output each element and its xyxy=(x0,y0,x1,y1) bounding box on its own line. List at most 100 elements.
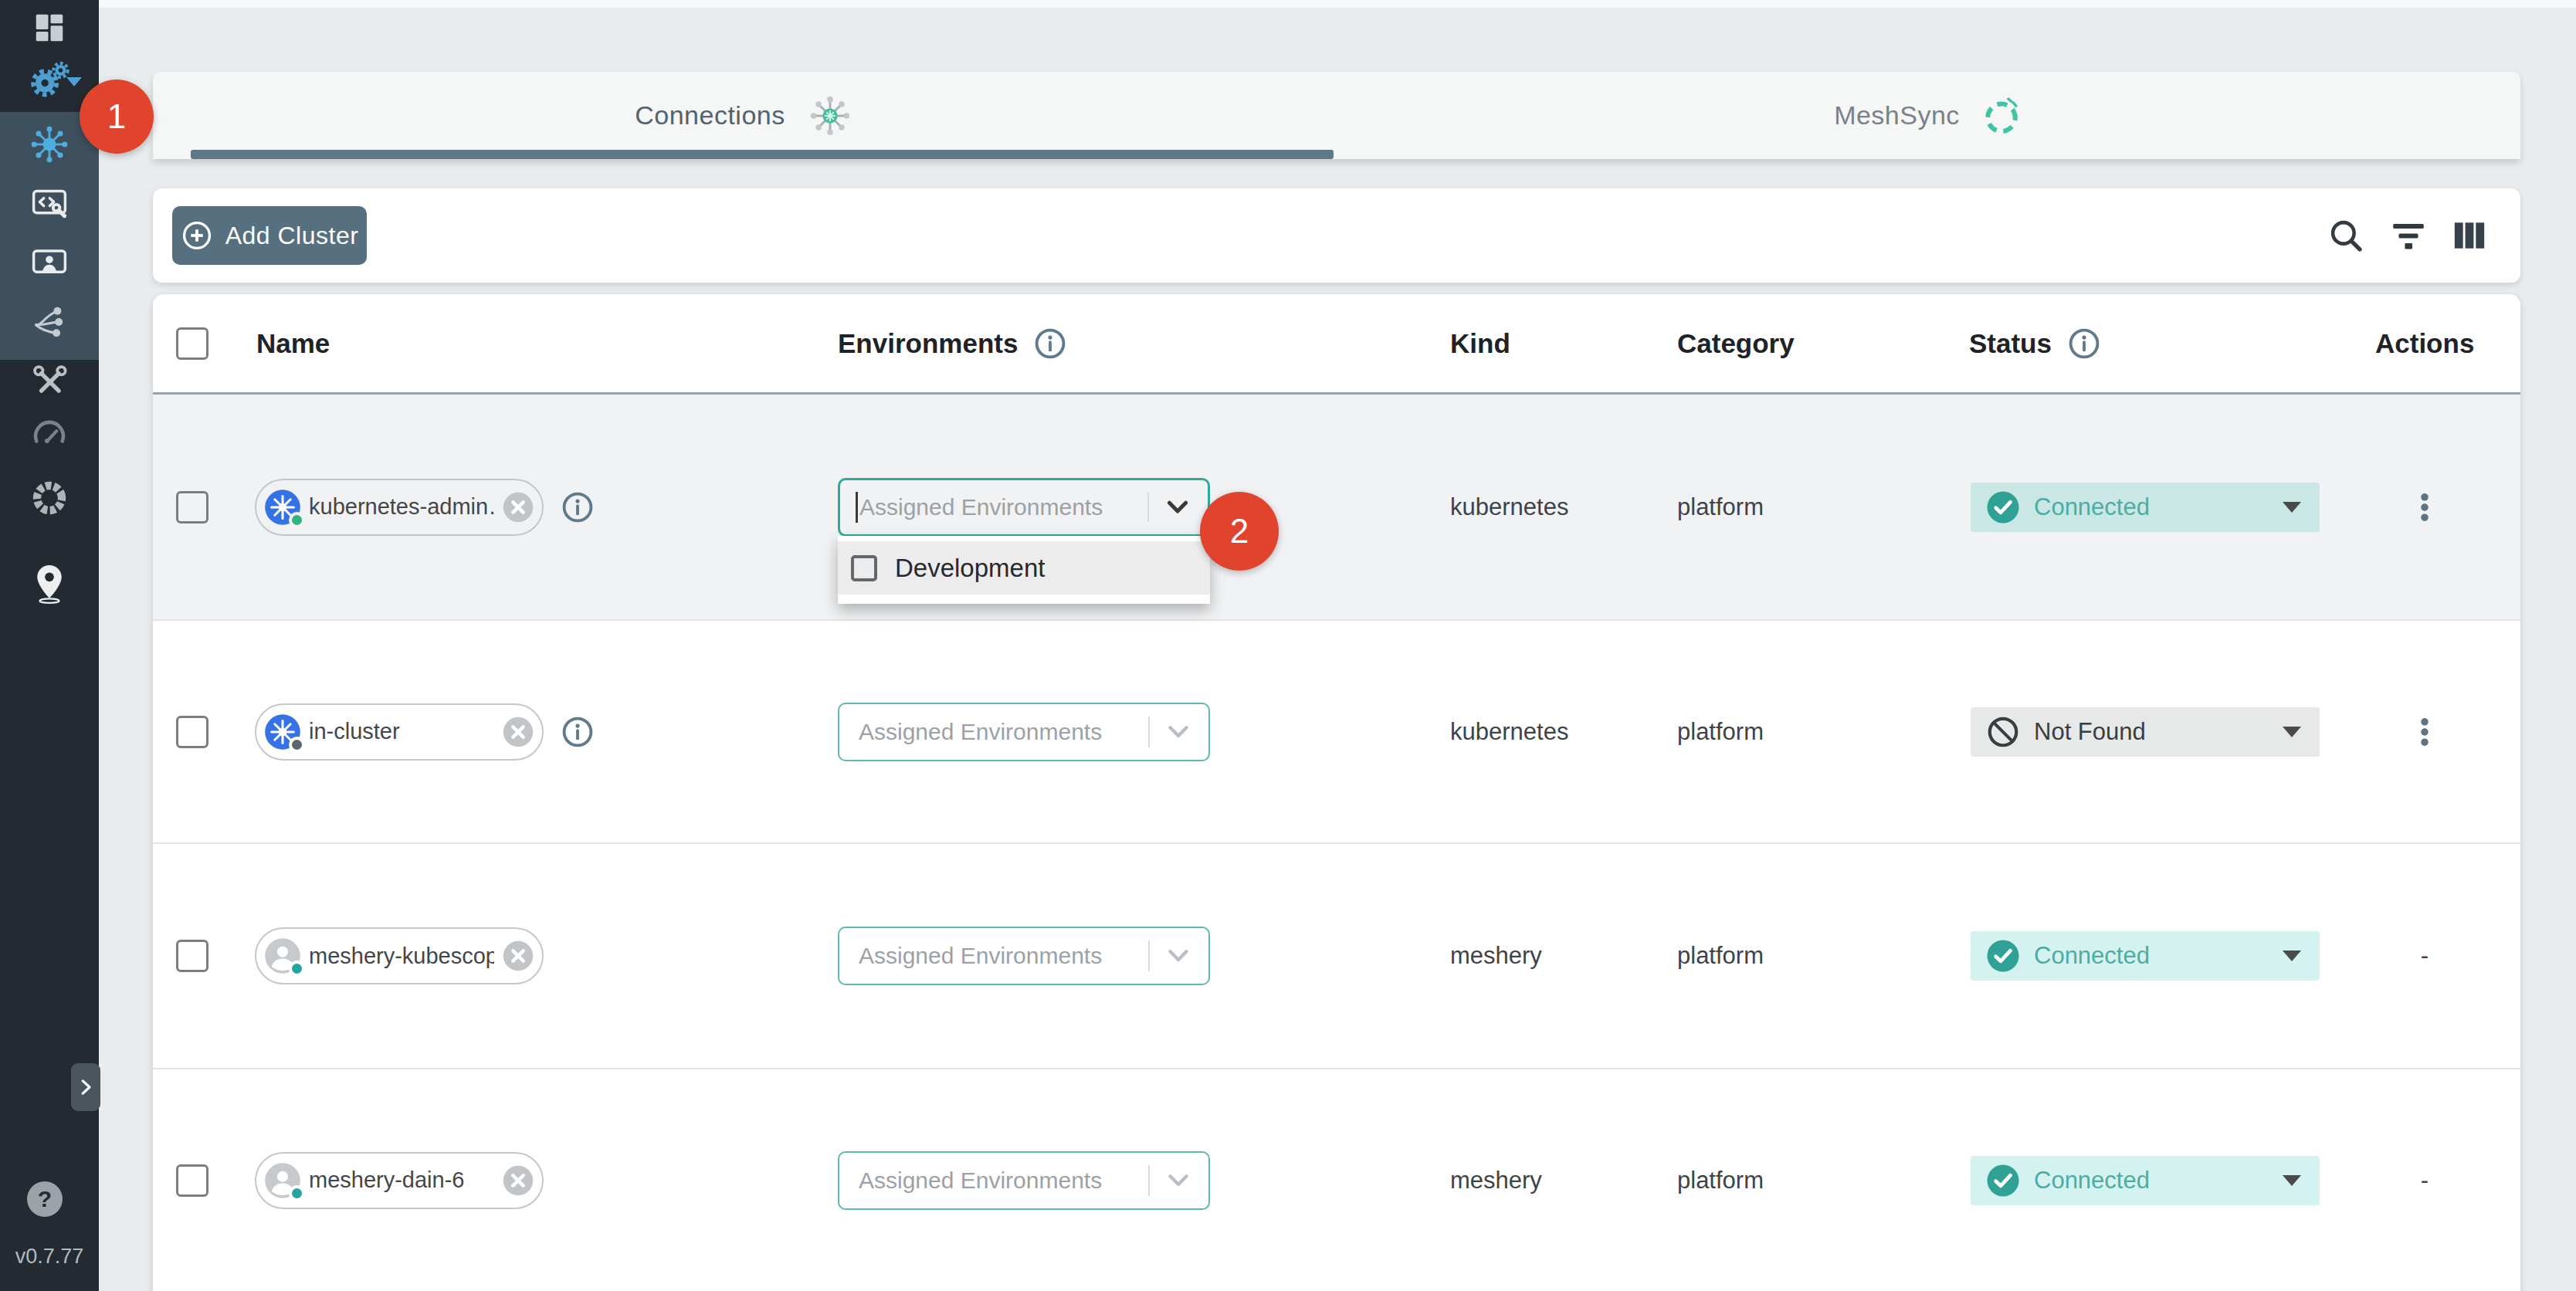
environments-dropdown: Development xyxy=(838,536,1210,604)
status-dot xyxy=(289,737,305,753)
chevron-down-icon[interactable] xyxy=(1161,714,1196,750)
meshery-avatar-icon xyxy=(264,937,301,974)
kind-cell: kubernetes xyxy=(1450,493,1568,521)
row-checkbox[interactable] xyxy=(176,491,208,524)
environments-info-icon[interactable] xyxy=(1033,327,1067,361)
connection-name: meshery-kubescop… xyxy=(309,944,494,969)
caret-down-icon xyxy=(2283,502,2301,513)
table-row: meshery-dain-6 Assigned Environments mes… xyxy=(153,1069,2520,1291)
column-header-kind[interactable]: Kind xyxy=(1450,328,1510,359)
remove-connection-icon[interactable] xyxy=(502,940,534,972)
column-header-name[interactable]: Name xyxy=(256,328,330,359)
connections-table: Name Environments Kind Category Status A… xyxy=(153,294,2520,1291)
sidebar-item-practice-icon[interactable] xyxy=(0,243,99,283)
connection-chip[interactable]: meshery-kubescop… xyxy=(255,927,544,984)
connection-name: kubernetes-admin… xyxy=(309,494,494,520)
column-header-category[interactable]: Category xyxy=(1677,328,1795,359)
environments-select[interactable]: Assigned Environments xyxy=(838,703,1210,761)
column-header-actions: Actions xyxy=(2375,328,2474,359)
connection-info-icon[interactable] xyxy=(561,490,595,524)
remove-connection-icon[interactable] xyxy=(502,1164,534,1197)
view-columns-icon[interactable] xyxy=(2450,216,2489,255)
add-cluster-button[interactable]: Add Cluster xyxy=(172,206,367,265)
text-cursor xyxy=(856,492,858,523)
kind-cell: meshery xyxy=(1450,942,1542,970)
help-button[interactable]: ? xyxy=(27,1181,63,1217)
connection-chip[interactable]: kubernetes-admin… xyxy=(255,479,544,536)
sidebar-item-mesh-icon[interactable] xyxy=(0,478,99,518)
category-cell: platform xyxy=(1677,1167,1764,1194)
actions-cell: - xyxy=(2363,1167,2486,1194)
remove-connection-icon[interactable] xyxy=(502,716,534,748)
meshsync-tab-icon xyxy=(1980,94,2023,137)
kind-cell: meshery xyxy=(1450,1167,1542,1194)
tab-connections[interactable]: Connections xyxy=(153,72,1337,159)
search-icon[interactable] xyxy=(2327,216,2365,255)
column-header-environments[interactable]: Environments xyxy=(838,327,1067,361)
sidebar-item-extensions-icon[interactable] xyxy=(0,302,99,342)
status-chip[interactable]: Not Found xyxy=(1971,707,2320,757)
sidebar-item-performance-icon[interactable] xyxy=(0,415,99,453)
location-pin-icon[interactable] xyxy=(0,562,99,604)
lifecycle-gears-icon[interactable] xyxy=(0,59,99,102)
check-circle-icon xyxy=(1986,1164,2020,1198)
remove-connection-icon[interactable] xyxy=(502,491,534,524)
tab-bar: Connections MeshSync xyxy=(153,72,2520,159)
caret-down-icon xyxy=(2283,727,2301,737)
actions-cell[interactable] xyxy=(2363,715,2486,749)
not-found-icon xyxy=(1986,715,2020,749)
tab-meshsync[interactable]: MeshSync xyxy=(1337,72,2520,159)
filter-icon[interactable] xyxy=(2389,216,2428,255)
dashboard-icon[interactable] xyxy=(0,9,99,46)
status-chip[interactable]: Connected xyxy=(1971,931,2320,981)
dropdown-option-development[interactable]: Development xyxy=(838,541,1210,595)
status-chip[interactable]: Connected xyxy=(1971,483,2320,532)
sidebar-expand-button[interactable] xyxy=(71,1063,100,1111)
category-cell: platform xyxy=(1677,718,1764,746)
chevron-down-icon[interactable] xyxy=(1161,938,1196,974)
meshery-avatar-icon xyxy=(264,1162,301,1199)
caret-down-icon xyxy=(2283,1175,2301,1186)
check-circle-icon xyxy=(1986,490,2020,524)
environments-select[interactable]: Assigned Environments xyxy=(838,927,1210,985)
select-all-checkbox[interactable] xyxy=(176,327,208,360)
annotation-step-1: 1 xyxy=(80,80,154,154)
row-checkbox[interactable] xyxy=(176,940,208,972)
chevron-down-icon[interactable] xyxy=(66,77,82,86)
sidebar-item-configuration-icon[interactable] xyxy=(0,184,99,224)
status-chip[interactable]: Connected xyxy=(1971,1156,2320,1205)
caret-down-icon xyxy=(2283,950,2301,961)
sidebar: ? v0.7.77 xyxy=(0,0,99,1291)
kubernetes-icon xyxy=(264,713,301,751)
status-dot xyxy=(289,961,305,977)
actions-cell: - xyxy=(2363,942,2486,970)
category-cell: platform xyxy=(1677,942,1764,970)
table-row: meshery-kubescop… Assigned Environments … xyxy=(153,844,2520,1069)
environments-select[interactable]: Assigned Environments xyxy=(838,478,1210,537)
connection-name: meshery-dain-6 xyxy=(309,1167,494,1193)
row-checkbox[interactable] xyxy=(176,716,208,748)
actions-cell[interactable] xyxy=(2363,490,2486,524)
connection-info-icon[interactable] xyxy=(561,715,595,749)
chevron-down-icon[interactable] xyxy=(1161,1163,1196,1198)
row-checkbox[interactable] xyxy=(176,1164,208,1197)
app-version: v0.7.77 xyxy=(0,1245,99,1269)
toolbar: Add Cluster xyxy=(153,188,2520,283)
environments-select[interactable]: Assigned Environments xyxy=(838,1151,1210,1210)
status-dot xyxy=(289,512,305,528)
annotation-step-2: 2 xyxy=(1200,492,1279,571)
table-header: Name Environments Kind Category Status A… xyxy=(153,294,2520,395)
kubernetes-icon xyxy=(264,489,301,526)
status-info-icon[interactable] xyxy=(2067,327,2101,361)
column-header-status[interactable]: Status xyxy=(1969,327,2101,361)
option-checkbox[interactable] xyxy=(851,555,877,581)
sidebar-item-toolkit-icon[interactable] xyxy=(0,362,99,401)
kind-cell: kubernetes xyxy=(1450,718,1568,746)
connection-chip[interactable]: in-cluster xyxy=(255,703,544,761)
status-dot xyxy=(289,1185,305,1201)
connection-name: in-cluster xyxy=(309,719,494,744)
connection-chip[interactable]: meshery-dain-6 xyxy=(255,1152,544,1209)
chevron-down-icon[interactable] xyxy=(1160,490,1195,525)
table-row: kubernetes-admin… Assigned Environments … xyxy=(153,395,2520,621)
table-row: in-cluster Assigned Environments kuberne… xyxy=(153,621,2520,844)
